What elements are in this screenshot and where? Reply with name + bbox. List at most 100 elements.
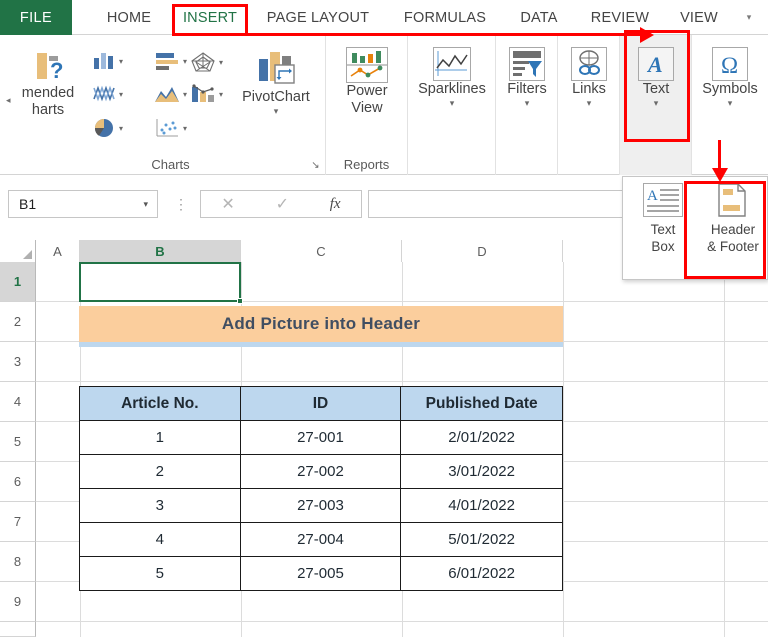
cell-date[interactable]: 6/01/2022 — [400, 556, 563, 591]
cell-article-no[interactable]: 3 — [79, 488, 241, 523]
annotation-box-header-footer — [684, 181, 766, 279]
cell-article-no[interactable]: 2 — [79, 454, 241, 489]
selected-cell-b1[interactable] — [79, 262, 243, 304]
text-box-icon: A — [643, 183, 683, 217]
charts-dialog-launcher-icon[interactable]: ↘ — [310, 160, 321, 171]
pie-chart-caret-icon[interactable]: ▾ — [119, 124, 123, 133]
table-row[interactable]: 2 27-002 3/01/2022 — [79, 454, 563, 489]
row-header-5[interactable]: 5 — [0, 422, 36, 462]
annotation-arrow-shaft-1 — [248, 33, 648, 36]
bar-chart-button[interactable]: ▾ — [154, 51, 187, 71]
tab-home[interactable]: HOME — [92, 0, 166, 35]
cell-date[interactable]: 2/01/2022 — [400, 420, 563, 455]
tab-file[interactable]: FILE — [0, 0, 72, 35]
cell-id[interactable]: 27-005 — [239, 556, 402, 591]
formula-bar-more-icon[interactable]: ⋮ — [174, 196, 188, 212]
filters-icon — [509, 47, 545, 81]
radar-chart-icon — [191, 52, 215, 72]
data-table: Article No. ID Published Date 1 27-001 2… — [79, 386, 563, 591]
column-header-b[interactable]: B — [80, 240, 241, 262]
tab-page-layout[interactable]: PAGE LAYOUT — [254, 0, 382, 35]
row-header-7[interactable]: 7 — [0, 502, 36, 542]
annotation-arrow-head-1 — [640, 27, 654, 43]
cell-article-no[interactable]: 4 — [79, 522, 241, 557]
cell-article-no[interactable]: 5 — [79, 556, 241, 591]
cell-id[interactable]: 27-004 — [239, 522, 402, 557]
power-view-button[interactable]: Power View — [334, 47, 400, 117]
scatter-chart-caret-icon[interactable]: ▾ — [183, 124, 187, 133]
area-chart-caret-icon[interactable]: ▾ — [183, 90, 187, 99]
sparklines-icon — [433, 47, 471, 81]
cell-id[interactable]: 27-003 — [239, 488, 402, 523]
line-chart-button[interactable]: ▾ — [92, 83, 123, 105]
link-icon — [571, 47, 607, 81]
cell-date[interactable]: 3/01/2022 — [400, 454, 563, 489]
radar-chart-button[interactable]: ▾ — [190, 51, 223, 73]
table-row[interactable]: 4 27-004 5/01/2022 — [79, 522, 563, 557]
cell-id[interactable]: 27-001 — [239, 420, 402, 455]
name-box-caret-icon[interactable]: ▾ — [143, 199, 157, 210]
pivotchart-button[interactable]: PivotChart ▾ — [230, 47, 322, 116]
row-header-4[interactable]: 4 — [0, 382, 36, 422]
links-caret-icon[interactable]: ▾ — [587, 98, 592, 108]
area-chart-button[interactable]: ▾ — [154, 83, 187, 105]
worksheet-grid: A B C D 1 2 3 4 5 6 7 8 9 Add Picture in… — [0, 240, 768, 637]
row-header-3[interactable]: 3 — [0, 342, 36, 382]
scatter-chart-button[interactable]: ▾ — [154, 117, 187, 139]
annotation-box-text — [624, 30, 690, 142]
name-box[interactable]: B1 ▾ — [8, 190, 158, 218]
table-row[interactable]: 5 27-005 6/01/2022 — [79, 556, 563, 591]
tab-formulas[interactable]: FORMULAS — [390, 0, 500, 35]
cell-date[interactable]: 5/01/2022 — [400, 522, 563, 557]
pie-chart-button[interactable]: ▾ — [92, 117, 123, 139]
filters-caret-icon[interactable]: ▾ — [525, 98, 530, 108]
line-chart-caret-icon[interactable]: ▾ — [119, 90, 123, 99]
header-banner: Add Picture into Header — [79, 306, 563, 342]
recommended-charts-button[interactable]: ? mended harts — [0, 45, 98, 119]
sparklines-caret-icon[interactable]: ▾ — [450, 98, 455, 108]
cell-id[interactable]: 27-002 — [239, 454, 402, 489]
omega-icon: Ω — [712, 47, 748, 81]
table-header-row: Article No. ID Published Date — [79, 386, 563, 421]
symbols-caret-icon[interactable]: ▾ — [728, 98, 733, 108]
fill-handle[interactable] — [237, 298, 243, 304]
column-header-d[interactable]: D — [402, 240, 563, 262]
row-header-8[interactable]: 8 — [0, 542, 36, 582]
row-header-6[interactable]: 6 — [0, 462, 36, 502]
row-header-10[interactable] — [0, 622, 36, 637]
row-header-2[interactable]: 2 — [0, 302, 36, 342]
text-box-label-line1: Text — [650, 222, 676, 237]
cell-article-no[interactable]: 1 — [79, 420, 241, 455]
column-chart-caret-icon[interactable]: ▾ — [119, 57, 123, 66]
cancel-formula-icon[interactable]: ✕ — [221, 194, 234, 214]
power-view-label-line2: View — [351, 100, 383, 116]
column-header-c[interactable]: C — [241, 240, 402, 262]
row-header-9[interactable]: 9 — [0, 582, 36, 622]
combo-chart-caret-icon[interactable]: ▾ — [219, 90, 223, 99]
insert-function-icon[interactable]: fx — [330, 196, 341, 213]
pivotchart-label: PivotChart — [242, 89, 310, 105]
ribbon-overflow-caret-icon[interactable]: ▾ — [738, 0, 760, 35]
banner-underline — [79, 342, 563, 347]
table-row[interactable]: 1 27-001 2/01/2022 — [79, 420, 563, 455]
pivotchart-icon — [259, 52, 295, 84]
sparklines-button[interactable]: Sparklines ▾ — [412, 47, 492, 108]
enter-formula-icon[interactable]: ✓ — [276, 194, 289, 214]
combo-chart-button[interactable]: ▾ — [190, 83, 223, 105]
tab-data[interactable]: DATA — [508, 0, 570, 35]
symbols-button[interactable]: Ω Symbols ▾ — [694, 47, 766, 108]
pivotchart-caret-icon[interactable]: ▾ — [274, 106, 279, 116]
filters-button[interactable]: Filters ▾ — [498, 47, 556, 108]
table-row[interactable]: 3 27-003 4/01/2022 — [79, 488, 563, 523]
bar-chart-caret-icon[interactable]: ▾ — [183, 57, 187, 66]
recommended-charts-label-line2: harts — [31, 102, 65, 118]
row-header-1[interactable]: 1 — [0, 262, 36, 302]
group-charts-label: Charts — [151, 157, 190, 172]
column-header-a[interactable]: A — [36, 240, 80, 262]
cell-date[interactable]: 4/01/2022 — [400, 488, 563, 523]
links-button[interactable]: Links ▾ — [560, 47, 618, 108]
group-reports-label: Reports — [343, 157, 390, 172]
radar-chart-caret-icon[interactable]: ▾ — [219, 58, 223, 67]
column-chart-button[interactable]: ▾ — [92, 51, 123, 71]
select-all-corner[interactable] — [0, 240, 36, 262]
